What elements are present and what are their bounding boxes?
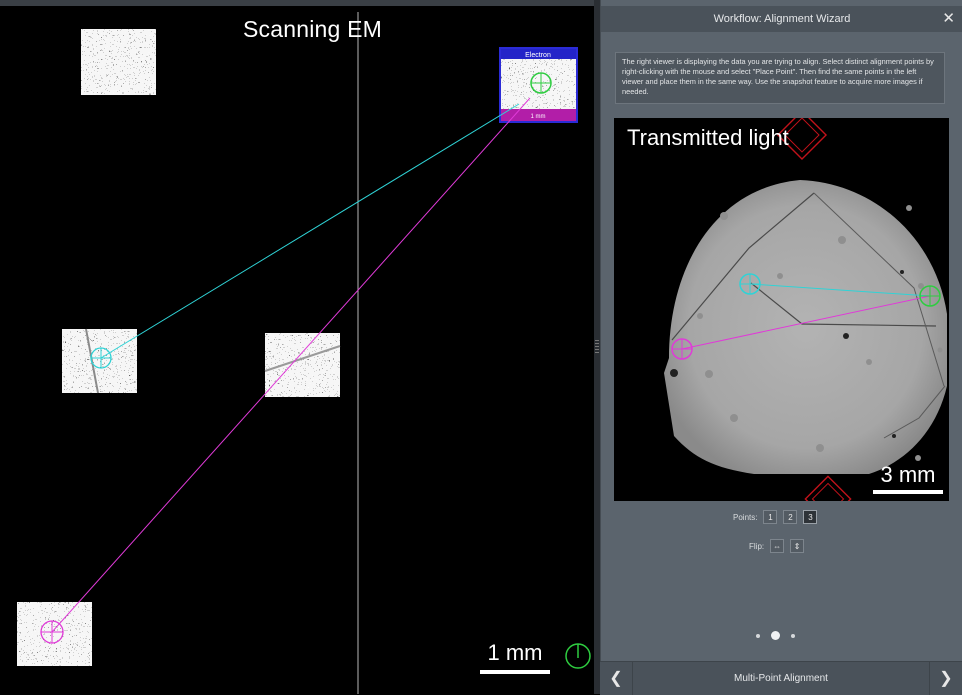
em-tile-electron-thumbnail[interactable]: Electron 1 mm bbox=[499, 47, 578, 123]
alignment-point-1-left[interactable] bbox=[90, 347, 112, 369]
flip-vertical-icon[interactable]: ⇕ bbox=[790, 539, 805, 553]
point-button-1[interactable]: 1 bbox=[763, 510, 778, 524]
electron-thumbnail-label: Electron bbox=[525, 52, 551, 59]
red-diamond-marker-bottom bbox=[804, 475, 852, 501]
transmitted-light-title: Transmitted light bbox=[627, 125, 789, 150]
tl-scale-line bbox=[873, 490, 943, 494]
tl-scale-bar: 3 mm bbox=[873, 462, 943, 494]
transmitted-light-canvas[interactable] bbox=[614, 118, 949, 501]
current-step-label: Multi-Point Alignment bbox=[734, 673, 828, 684]
alignment-point-3-left[interactable] bbox=[530, 72, 552, 94]
instructions-text: The right viewer is displaying the data … bbox=[615, 52, 945, 104]
panel-title: Workflow: Alignment Wizard bbox=[713, 13, 851, 25]
alignment-link-cyan bbox=[100, 103, 520, 359]
alignment-point-3-right[interactable] bbox=[919, 285, 941, 307]
em-scale-bar: 1 mm bbox=[480, 640, 550, 674]
transmitted-light-viewer[interactable]: Transmitted light 3 mm bbox=[614, 118, 949, 501]
tl-scale-label: 3 mm bbox=[880, 462, 936, 487]
em-tile-middle-center[interactable] bbox=[264, 333, 341, 397]
em-tile-top-left[interactable] bbox=[81, 29, 156, 95]
em-scale-line bbox=[480, 670, 550, 674]
alignment-point-1-right[interactable] bbox=[739, 273, 761, 295]
step-pager bbox=[756, 631, 795, 640]
wizard-footer: ❮ Multi-Point Alignment ❯ bbox=[600, 661, 962, 695]
point-button-2[interactable]: 2 bbox=[783, 510, 798, 524]
em-scale-label: 1 mm bbox=[487, 640, 543, 665]
specimen-disc bbox=[664, 180, 947, 474]
flip-controls: Flip: ⇔ ⇕ bbox=[749, 538, 805, 554]
close-icon[interactable]: ✕ bbox=[942, 6, 955, 32]
points-selector: Points: 1 2 3 bbox=[733, 509, 818, 525]
flip-horizontal-icon[interactable]: ⇔ bbox=[770, 539, 785, 553]
previous-step-button[interactable]: ❮ bbox=[600, 662, 633, 695]
compass-icon[interactable] bbox=[565, 643, 591, 669]
flip-label: Flip: bbox=[749, 541, 765, 551]
em-tile-bottom-left[interactable] bbox=[17, 602, 92, 666]
pager-dot-1[interactable] bbox=[756, 633, 760, 638]
next-step-button[interactable]: ❯ bbox=[929, 662, 962, 695]
em-canvas[interactable]: Electron 1 mm bbox=[0, 6, 594, 694]
alignment-point-2-left[interactable] bbox=[40, 620, 64, 644]
point-button-3[interactable]: 3 bbox=[803, 510, 818, 524]
scanning-em-viewer[interactable]: Electron 1 mm Scanning EM 1 mm bbox=[0, 0, 594, 694]
em-viewer-title: Scanning EM bbox=[243, 16, 382, 42]
pager-dot-2[interactable] bbox=[771, 631, 780, 640]
panel-header: Workflow: Alignment Wizard ✕ bbox=[601, 6, 962, 32]
splitter-grip-icon[interactable] bbox=[595, 340, 599, 354]
em-tile-middle-left[interactable] bbox=[62, 328, 137, 394]
points-label: Points: bbox=[733, 512, 758, 522]
pager-dot-3[interactable] bbox=[791, 633, 795, 638]
alignment-point-2-right[interactable] bbox=[671, 338, 693, 360]
electron-thumbnail-scale: 1 mm bbox=[531, 114, 546, 120]
